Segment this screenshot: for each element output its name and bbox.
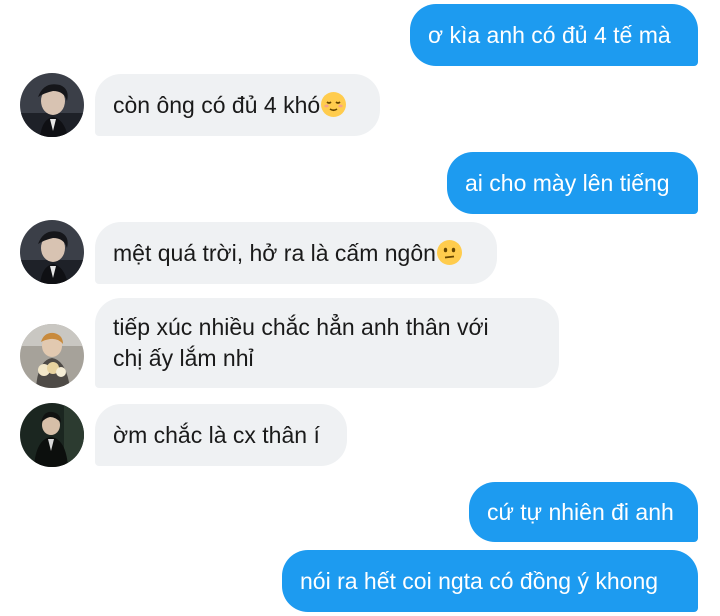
incoming-message[interactable]: còn ông có đủ 4 khó (95, 74, 380, 136)
incoming-message[interactable]: mệt quá trời, hở ra là cấm ngôn (95, 222, 497, 284)
contact-avatar[interactable] (20, 220, 84, 284)
relieved-face-icon (321, 91, 347, 117)
outgoing-message[interactable]: nói ra hết coi ngta có đồng ý khong (282, 550, 698, 612)
message-text: nói ra hết coi ngta có đồng ý khong (300, 568, 659, 594)
message-text: ai cho mày lên tiếng (465, 170, 670, 196)
message-text-line: tiếp xúc nhiều chắc hẳn anh thân với (113, 314, 489, 340)
message-text: ờm chắc là cx thân í (113, 422, 320, 448)
contact-avatar[interactable] (20, 324, 84, 388)
confused-face-icon (436, 239, 462, 265)
incoming-message[interactable]: ờm chắc là cx thân í (95, 404, 347, 466)
message-text: mệt quá trời, hở ra là cấm ngôn (113, 240, 436, 266)
outgoing-message[interactable]: ơ kìa anh có đủ 4 tế mà (410, 4, 698, 66)
contact-avatar[interactable] (20, 73, 84, 137)
incoming-message[interactable]: tiếp xúc nhiều chắc hẳn anh thân với chị… (95, 298, 559, 388)
message-text: còn ông có đủ 4 khó (113, 92, 321, 118)
outgoing-message[interactable]: ai cho mày lên tiếng (447, 152, 698, 214)
contact-avatar[interactable] (20, 403, 84, 467)
message-text: cứ tự nhiên đi anh (487, 499, 674, 525)
message-text: ơ kìa anh có đủ 4 tế mà (428, 22, 671, 48)
outgoing-message[interactable]: cứ tự nhiên đi anh (469, 482, 698, 542)
message-text-line: chị ấy lắm nhỉ (113, 345, 254, 371)
